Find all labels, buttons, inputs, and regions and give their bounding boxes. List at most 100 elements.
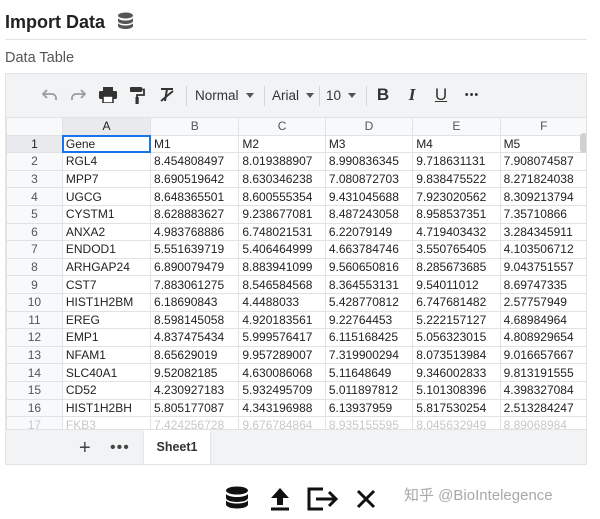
grid-cell[interactable]: 8.598145058 [150, 310, 240, 330]
grid-cell[interactable]: 8.69747335 [499, 275, 586, 294]
grid-cell[interactable]: 7.35710866 [499, 204, 586, 224]
grid-cell[interactable]: 5.817530254 [412, 398, 501, 418]
grid-cell[interactable]: SLC40A1 [61, 363, 152, 382]
grid-cell[interactable]: MPP7 [61, 169, 152, 189]
grid-cell[interactable]: 8.648365501 [150, 187, 240, 206]
grid-cell[interactable]: RGL4 [61, 152, 152, 171]
grid-cell[interactable]: 4.398327084 [499, 380, 586, 400]
grid-cell[interactable]: 5.11648649 [324, 363, 414, 382]
add-sheet-button[interactable]: + [79, 438, 91, 458]
grid-cell[interactable]: 8.285673685 [412, 257, 501, 277]
column-header-f[interactable]: F [499, 117, 586, 136]
grid-cell[interactable]: CST7 [61, 275, 152, 294]
grid-cell[interactable]: 8.600555354 [238, 187, 326, 206]
row-header[interactable]: 5 [6, 204, 63, 224]
row-header[interactable]: 13 [6, 345, 63, 365]
grid-cell[interactable]: 4.343196988 [238, 398, 326, 418]
grid-cell[interactable]: M3 [324, 134, 414, 154]
row-header[interactable]: 14 [6, 363, 63, 382]
grid-cell[interactable]: 3.550765405 [412, 240, 501, 259]
grid-cell[interactable]: EMP1 [61, 328, 152, 347]
grid-cell[interactable]: 6.22079149 [324, 222, 414, 242]
grid-cell[interactable]: 8.89068984 [499, 416, 586, 429]
undo-icon[interactable] [41, 84, 59, 106]
grid-cell[interactable]: 6.747681482 [412, 292, 501, 312]
grid-cell[interactable]: 8.487243058 [324, 204, 414, 224]
grid-cell[interactable]: UGCG [61, 187, 152, 206]
grid-cell[interactable]: 8.309213794 [499, 187, 586, 206]
grid-cell[interactable]: 9.54011012 [412, 275, 501, 294]
grid-cell[interactable]: M1 [150, 134, 240, 154]
grid-cell[interactable]: 9.043751557 [499, 257, 586, 277]
grid-cell[interactable]: HIST1H2BM [61, 292, 152, 312]
grid-cell[interactable]: Gene [61, 134, 152, 154]
underline-button[interactable]: U [433, 84, 449, 106]
grid-cell[interactable]: 8.628883627 [150, 204, 240, 224]
grid-cell[interactable]: 7.908074587 [499, 152, 586, 171]
column-header-e[interactable]: E [412, 117, 501, 136]
export-icon[interactable] [306, 484, 340, 514]
grid-cell[interactable]: ANXA2 [61, 222, 152, 242]
grid-cell[interactable]: 7.319900294 [324, 345, 414, 365]
grid-cell[interactable]: 3.284345911 [499, 222, 586, 242]
vertical-scrollbar[interactable] [580, 133, 586, 153]
grid-cell[interactable]: 8.958537351 [412, 204, 501, 224]
grid-cell[interactable]: 6.748021531 [238, 222, 326, 242]
grid-cell[interactable]: 6.13937959 [324, 398, 414, 418]
database-icon[interactable] [224, 484, 250, 514]
row-header[interactable]: 11 [6, 310, 63, 330]
grid-cell[interactable]: 8.045632949 [412, 416, 501, 429]
grid-cell[interactable]: 6.18690843 [150, 292, 240, 312]
italic-button[interactable]: I [404, 84, 420, 106]
column-header-d[interactable]: D [324, 117, 414, 136]
grid-cell[interactable]: 4.719403432 [412, 222, 501, 242]
row-header[interactable]: 8 [6, 257, 63, 277]
grid-cell[interactable]: 5.222157127 [412, 310, 501, 330]
grid-cell[interactable]: 7.080872703 [324, 169, 414, 189]
grid-cell[interactable]: M5 [499, 134, 586, 154]
row-header[interactable]: 17 [6, 416, 63, 429]
style-dropdown[interactable]: Normal [195, 84, 254, 106]
row-header[interactable]: 9 [6, 275, 63, 294]
grid-cell[interactable]: CYSTM1 [61, 204, 152, 224]
row-header[interactable]: 4 [6, 187, 63, 206]
grid-cell[interactable]: M2 [238, 134, 326, 154]
grid-cell[interactable]: 4.983768886 [150, 222, 240, 242]
grid-cell[interactable]: 8.454808497 [150, 152, 240, 171]
grid-cell[interactable]: 4.837475434 [150, 328, 240, 347]
grid-cell[interactable]: 8.935155595 [324, 416, 414, 429]
grid-cell[interactable]: 8.546584568 [238, 275, 326, 294]
tab-sheet1[interactable]: Sheet1 [144, 430, 210, 464]
grid-cell[interactable]: HIST1H2BH [61, 398, 152, 418]
grid-cell[interactable]: 4.808929654 [499, 328, 586, 347]
grid-cell[interactable]: ENDOD1 [61, 240, 152, 259]
grid-cell[interactable]: ARHGAP24 [61, 257, 152, 277]
grid-cell[interactable]: 9.52082185 [150, 363, 240, 382]
clear-format-icon[interactable] [158, 84, 176, 106]
grid-cell[interactable]: 5.999576417 [238, 328, 326, 347]
grid-cell[interactable]: 5.101308396 [412, 380, 501, 400]
row-header[interactable]: 7 [6, 240, 63, 259]
grid-cell[interactable]: 6.115168425 [324, 328, 414, 347]
column-header-c[interactable]: C [238, 117, 326, 136]
grid-cell[interactable]: 2.513284247 [499, 398, 586, 418]
row-header[interactable]: 2 [6, 152, 63, 171]
grid-cell[interactable]: FKB3 [61, 416, 152, 429]
grid-cell[interactable]: 5.406464999 [238, 240, 326, 259]
grid-cell[interactable]: 7.923020562 [412, 187, 501, 206]
grid-cell[interactable]: 8.883941099 [238, 257, 326, 277]
grid-cell[interactable]: 4.920183561 [238, 310, 326, 330]
grid-cell[interactable]: 5.011897812 [324, 380, 414, 400]
grid-cell[interactable]: 8.65629019 [150, 345, 240, 365]
row-header[interactable]: 1 [6, 134, 63, 154]
grid-cell[interactable]: 8.271824038 [499, 169, 586, 189]
grid-cell[interactable]: 5.805177087 [150, 398, 240, 418]
grid-cell[interactable]: 4.630086068 [238, 363, 326, 382]
row-header[interactable]: 6 [6, 222, 63, 242]
redo-icon[interactable] [69, 84, 87, 106]
grid-cell[interactable]: 9.957289007 [238, 345, 326, 365]
row-header[interactable]: 16 [6, 398, 63, 418]
row-header[interactable]: 3 [6, 169, 63, 189]
column-header-b[interactable]: B [150, 117, 240, 136]
grid-cell[interactable]: 4.663784746 [324, 240, 414, 259]
